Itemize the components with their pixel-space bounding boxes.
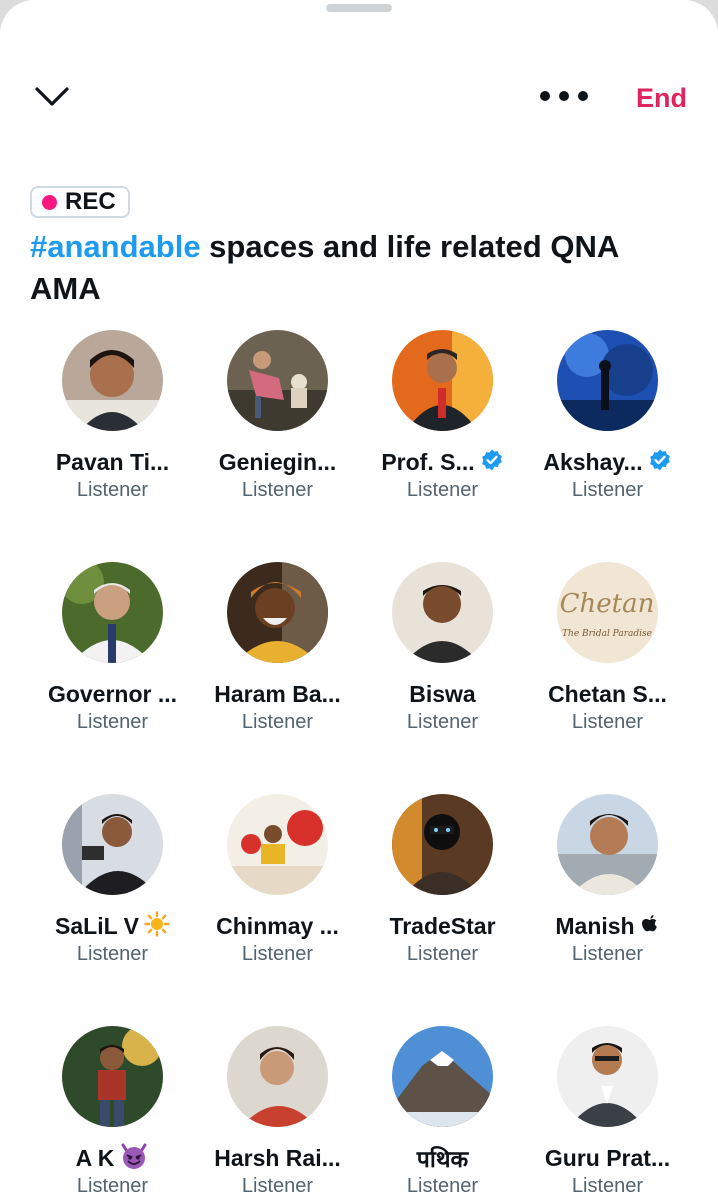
devil-emoji-icon (119, 1142, 149, 1175)
sun-emoji-icon (144, 910, 170, 942)
participant-name: Guru Prat... (544, 1144, 671, 1171)
participant-name: Governor ... (47, 680, 178, 707)
participant-card[interactable]: TradeStar Listener (360, 794, 525, 1026)
rec-label: REC (65, 188, 116, 215)
avatar[interactable]: Chetan The Bridal Paradise (557, 562, 658, 663)
participant-card[interactable]: Biswa Listener (360, 562, 525, 794)
participant-role: Listener (571, 1175, 644, 1197)
hashtag-link[interactable]: #anandable (30, 229, 201, 264)
participant-role: Listener (406, 711, 479, 733)
participant-name: Haram Ba... (214, 680, 341, 707)
participant-name: TradeStar (389, 912, 496, 939)
participant-name-row: SaLiL V (55, 910, 170, 942)
participant-role: Listener (241, 943, 314, 965)
participant-name-row: Manish (555, 911, 659, 941)
participant-name: Chinmay ... (216, 912, 339, 939)
participant-name-row: Harsh Rai... (214, 1143, 341, 1173)
svg-text:The Bridal Paradise: The Bridal Paradise (562, 629, 652, 639)
participant-card[interactable]: Harsh Rai... Listener (195, 1026, 360, 1200)
avatar[interactable] (227, 1026, 328, 1127)
participant-name-row: TradeStar (389, 911, 495, 941)
end-space-button[interactable]: End (636, 80, 687, 116)
participant-card[interactable]: Pavan Ti... Listener (30, 330, 195, 562)
participant-role: Listener (406, 943, 479, 965)
participant-name: A K (75, 1144, 115, 1171)
avatar[interactable] (557, 794, 658, 895)
collapse-chevron-icon[interactable] (32, 80, 72, 112)
recording-badge: REC (30, 186, 130, 218)
participant-card[interactable]: Akshay... Listener (525, 330, 690, 562)
avatar[interactable] (392, 794, 493, 895)
participant-role: Listener (76, 943, 149, 965)
participant-role: Listener (571, 711, 644, 733)
avatar[interactable] (227, 330, 328, 431)
participant-name: Akshay... (543, 448, 643, 475)
space-title: #anandable spaces and life related QNA A… (30, 226, 670, 310)
participant-name-row: Chetan S... (548, 679, 667, 709)
participant-name: Prof. S... (381, 448, 475, 475)
participant-name: पथिक (416, 1146, 469, 1172)
participant-role: Listener (406, 479, 479, 501)
avatar[interactable] (557, 1026, 658, 1127)
participant-card[interactable]: Prof. S... Listener (360, 330, 525, 562)
sheet-grabber[interactable] (326, 4, 392, 12)
participant-name: Chetan S... (548, 680, 667, 707)
avatar[interactable] (227, 562, 328, 663)
participants-grid: Pavan Ti... Listener Geniegin... Listener Pr… (30, 330, 690, 1200)
participant-card[interactable]: Manish Listener (525, 794, 690, 1026)
participant-name-row: Biswa (409, 679, 475, 709)
avatar[interactable] (557, 330, 658, 431)
record-dot-icon (42, 194, 57, 210)
participant-name: Biswa (409, 680, 476, 707)
participant-name: Geniegin... (218, 448, 337, 475)
avatar[interactable] (392, 330, 493, 431)
participant-role: Listener (241, 1175, 314, 1197)
participant-name-row: Akshay... (543, 447, 671, 477)
participant-name-row: Governor ... (48, 679, 177, 709)
participant-role: Listener (571, 479, 644, 501)
participant-name: SaLiL V (55, 912, 139, 939)
participant-name-row: Chinmay ... (216, 911, 339, 941)
avatar[interactable] (62, 794, 163, 895)
participant-name-row: Geniegin... (219, 447, 337, 477)
participant-name: Manish (555, 912, 635, 939)
verified-badge-icon (648, 448, 672, 477)
participant-card[interactable]: Chetan The Bridal Paradise Chetan S... List… (525, 562, 690, 794)
svg-text:Chetan: Chetan (560, 589, 655, 619)
participant-name-row: पथिक (417, 1143, 468, 1173)
participant-card[interactable]: SaLiL V Listener (30, 794, 195, 1026)
participant-card[interactable]: Guru Prat... Listener (525, 1026, 690, 1200)
participant-name: Harsh Rai... (214, 1144, 341, 1171)
avatar[interactable] (62, 330, 163, 431)
participant-card[interactable]: Chinmay ... Listener (195, 794, 360, 1026)
participant-card[interactable]: Haram Ba... Listener (195, 562, 360, 794)
space-sheet: End REC #anandable spaces and life relat… (0, 0, 718, 1200)
participant-role: Listener (571, 943, 644, 965)
more-options-icon[interactable] (540, 84, 588, 108)
participant-name-row: Haram Ba... (214, 679, 341, 709)
participant-role: Listener (406, 1175, 479, 1197)
participant-card[interactable]: A K Listener (30, 1026, 195, 1200)
participant-role: Listener (241, 479, 314, 501)
participant-name: Pavan Ti... (55, 448, 170, 475)
participant-role: Listener (76, 1175, 149, 1197)
avatar[interactable] (62, 1026, 163, 1127)
participant-name-row: Prof. S... (381, 447, 503, 477)
apple-icon (640, 913, 660, 940)
participant-card[interactable]: Geniegin... Listener (195, 330, 360, 562)
participant-name-row: Pavan Ti... (56, 447, 169, 477)
avatar[interactable] (62, 562, 163, 663)
participant-name-row: A K (76, 1143, 150, 1173)
participant-card[interactable]: पथिक Listener (360, 1026, 525, 1200)
participant-role: Listener (76, 711, 149, 733)
participant-name-row: Guru Prat... (545, 1143, 670, 1173)
avatar[interactable] (227, 794, 328, 895)
participant-role: Listener (76, 479, 149, 501)
participant-card[interactable]: Governor ... Listener (30, 562, 195, 794)
participant-role: Listener (241, 711, 314, 733)
verified-badge-icon (480, 448, 504, 477)
avatar[interactable] (392, 1026, 493, 1127)
avatar[interactable] (392, 562, 493, 663)
